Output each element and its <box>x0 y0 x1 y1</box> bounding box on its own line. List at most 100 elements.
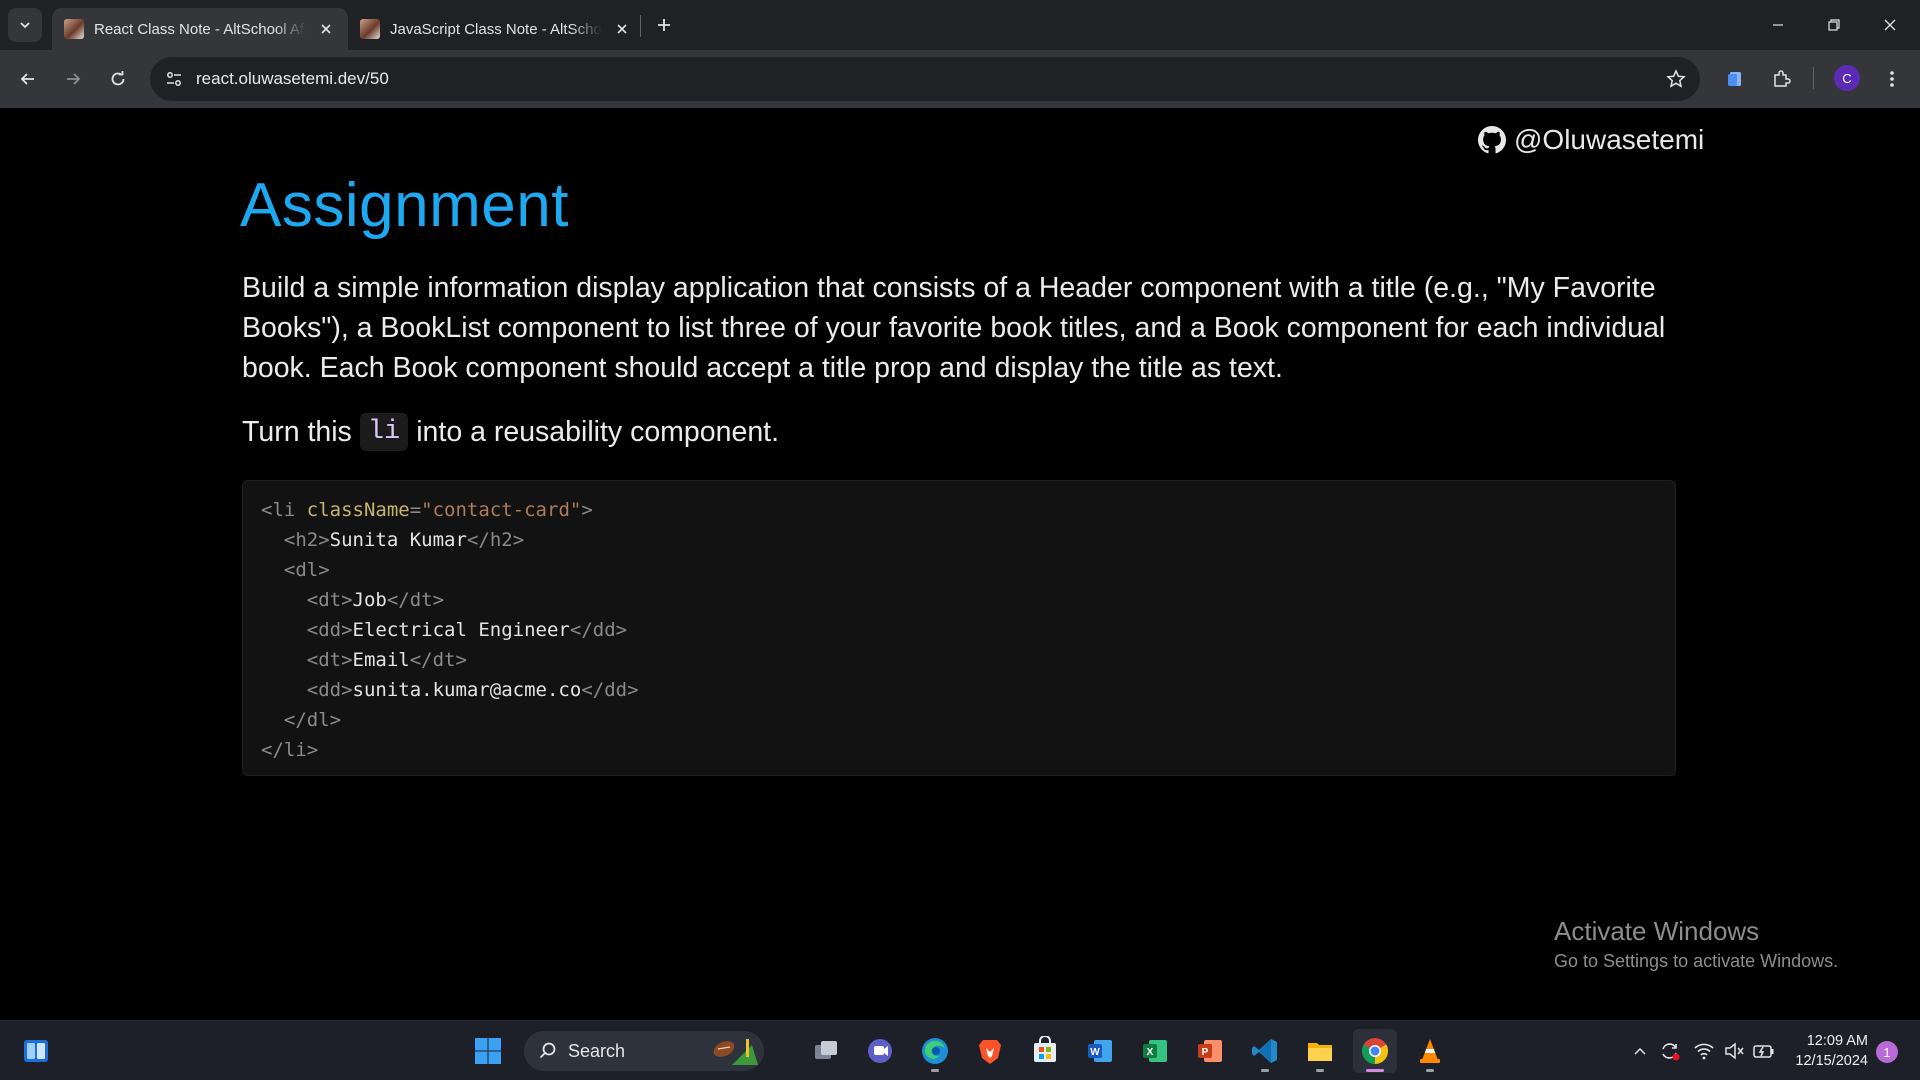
chevron-up-icon <box>1634 1047 1646 1055</box>
widgets-icon <box>24 1040 48 1062</box>
chevron-down-icon <box>20 22 30 29</box>
tab-title: JavaScript Class Note - AltSchool Africa <box>390 20 602 38</box>
widgets-button[interactable] <box>14 1029 58 1073</box>
tab-search-button[interactable] <box>8 8 42 42</box>
teams-chat-button[interactable] <box>858 1029 902 1073</box>
brave-button[interactable] <box>968 1029 1012 1073</box>
windows-logo-icon <box>475 1038 501 1064</box>
vlc-cone-icon <box>1420 1039 1440 1063</box>
site-favicon-icon <box>64 19 84 39</box>
edge-button[interactable] <box>913 1029 957 1073</box>
wifi-icon <box>1694 1043 1714 1060</box>
show-hidden-icons-button[interactable] <box>1628 1039 1652 1063</box>
excel-icon: X <box>1143 1040 1167 1062</box>
reload-icon <box>111 71 125 86</box>
clock-time: 12:09 AM <box>1806 1033 1868 1049</box>
folder-icon <box>1308 1043 1332 1061</box>
search-label: Search <box>568 1040 626 1061</box>
excel-button[interactable]: X <box>1133 1029 1177 1073</box>
tab-close-button[interactable] <box>316 19 336 39</box>
chrome-menu-button[interactable] <box>1876 63 1908 95</box>
browser-tab-strip: React Class Note - AltSchool Africa Java… <box>0 0 1920 50</box>
code-line: <dd>Electrical Engineer</dd> <box>306 619 628 641</box>
search-highlight-football-icon <box>713 1039 758 1065</box>
taskbar-search[interactable]: Search <box>524 1031 764 1071</box>
back-button[interactable] <box>10 61 46 97</box>
running-indicator <box>1316 1069 1324 1072</box>
tab-javascript-class-note[interactable]: JavaScript Class Note - AltSchool Africa <box>348 8 644 50</box>
forward-button[interactable] <box>55 61 91 97</box>
puzzle-icon <box>1774 70 1791 87</box>
task-view-button[interactable] <box>804 1029 848 1073</box>
site-favicon-icon <box>360 19 380 39</box>
vscode-button[interactable] <box>1243 1029 1287 1073</box>
restore-icon <box>1828 19 1840 31</box>
volume-muted-icon <box>1725 1042 1744 1060</box>
microsoft-store-button[interactable] <box>1023 1029 1067 1073</box>
clock-date: 12/15/2024 <box>1795 1053 1868 1069</box>
store-icon <box>1034 1036 1056 1062</box>
start-button[interactable] <box>466 1029 510 1073</box>
wifi-button[interactable] <box>1692 1039 1716 1063</box>
task-view-icon <box>815 1041 837 1059</box>
instruction-text-after: into a reusability component. <box>416 415 780 448</box>
document-extension-icon <box>1728 72 1741 86</box>
code-line: <dl> <box>283 559 330 581</box>
tab-react-class-note[interactable]: React Class Note - AltSchool Africa <box>52 8 348 50</box>
chrome-button[interactable] <box>1353 1029 1397 1073</box>
close-window-button[interactable] <box>1862 0 1918 50</box>
watermark-subtitle: Go to Settings to activate Windows. <box>1554 951 1839 971</box>
toolbar-divider <box>1813 67 1814 89</box>
close-icon <box>617 24 627 34</box>
vlc-button[interactable] <box>1408 1029 1452 1073</box>
taskbar-clock[interactable]: 12:09 AM 12/15/2024 <box>1786 1031 1868 1071</box>
code-line: </li> <box>261 739 319 761</box>
plus-icon <box>658 19 670 31</box>
edge-icon <box>922 1038 948 1064</box>
tab-close-button[interactable] <box>612 19 632 39</box>
volume-button[interactable] <box>1722 1039 1746 1063</box>
tab-divider <box>640 15 641 37</box>
restore-button[interactable] <box>1806 0 1862 50</box>
code-line: <dd>sunita.kumar@acme.co</dd> <box>306 679 639 701</box>
minimize-button[interactable] <box>1750 0 1806 50</box>
sync-status-button[interactable] <box>1658 1039 1682 1063</box>
running-indicator <box>931 1069 939 1072</box>
bookmark-button[interactable] <box>1664 67 1688 91</box>
active-indicator <box>1366 1069 1384 1072</box>
word-button[interactable]: W <box>1078 1029 1122 1073</box>
svg-text:W: W <box>1090 1047 1100 1058</box>
chat-icon <box>868 1039 892 1063</box>
running-indicator <box>1261 1069 1269 1072</box>
github-link[interactable]: @Oluwasetemi <box>1478 124 1704 156</box>
reload-button[interactable] <box>100 61 136 97</box>
new-tab-button[interactable] <box>650 11 678 39</box>
activate-windows-watermark: Activate Windows Go to Settings to activ… <box>1554 916 1838 972</box>
brave-lion-icon <box>979 1040 1001 1064</box>
github-handle[interactable]: @Oluwasetemi <box>1514 124 1704 156</box>
svg-text:P: P <box>1202 1047 1209 1058</box>
address-bar[interactable]: react.oluwasetemi.dev/50 <box>150 57 1700 101</box>
battery-charging-icon <box>1753 1045 1774 1058</box>
instruction-line: Turn this li into a reusability componen… <box>242 413 779 451</box>
tune-icon <box>167 72 181 86</box>
more-vertical-icon <box>1890 71 1894 87</box>
extension-docs-button[interactable] <box>1719 63 1751 95</box>
assignment-description: Build a simple information display appli… <box>242 272 1666 384</box>
word-icon: W <box>1088 1040 1112 1062</box>
file-explorer-button[interactable] <box>1298 1029 1342 1073</box>
powerpoint-icon: P <box>1198 1040 1222 1062</box>
sync-icon <box>1662 1043 1680 1061</box>
arrow-left-icon <box>20 73 34 85</box>
windows-taskbar: Search W X P 12:09 AM 12/15/2024 1 <box>0 1020 1920 1080</box>
battery-button[interactable] <box>1752 1039 1776 1063</box>
site-info-button[interactable] <box>158 63 190 95</box>
extensions-button[interactable] <box>1765 63 1797 95</box>
code-line: <dt>Email</dt> <box>306 649 467 671</box>
profile-avatar[interactable]: C <box>1834 65 1860 91</box>
vscode-icon <box>1252 1039 1277 1063</box>
url-text[interactable]: react.oluwasetemi.dev/50 <box>196 69 389 89</box>
browser-toolbar: react.oluwasetemi.dev/50 <box>0 50 1920 108</box>
powerpoint-button[interactable]: P <box>1188 1029 1232 1073</box>
notification-badge[interactable]: 1 <box>1876 1041 1898 1063</box>
